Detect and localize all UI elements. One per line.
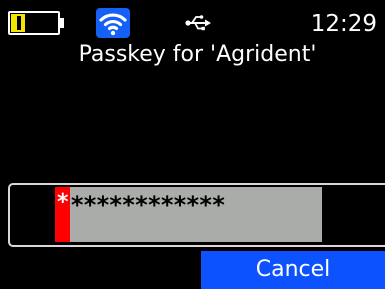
wifi-icon: [96, 8, 130, 38]
usb-icon: [184, 12, 212, 34]
battery-tip: [60, 18, 64, 28]
status-bar: 12:29: [0, 0, 385, 38]
passkey-masked-value: ************: [70, 191, 226, 219]
cursor-character: *: [57, 190, 69, 215]
cancel-button[interactable]: Cancel: [201, 251, 385, 289]
battery-segment-divider: [17, 16, 21, 30]
dialog-title: Passkey for 'Agrident': [78, 42, 317, 67]
clock-time: 12:29: [310, 11, 377, 37]
battery-icon: [8, 11, 60, 35]
